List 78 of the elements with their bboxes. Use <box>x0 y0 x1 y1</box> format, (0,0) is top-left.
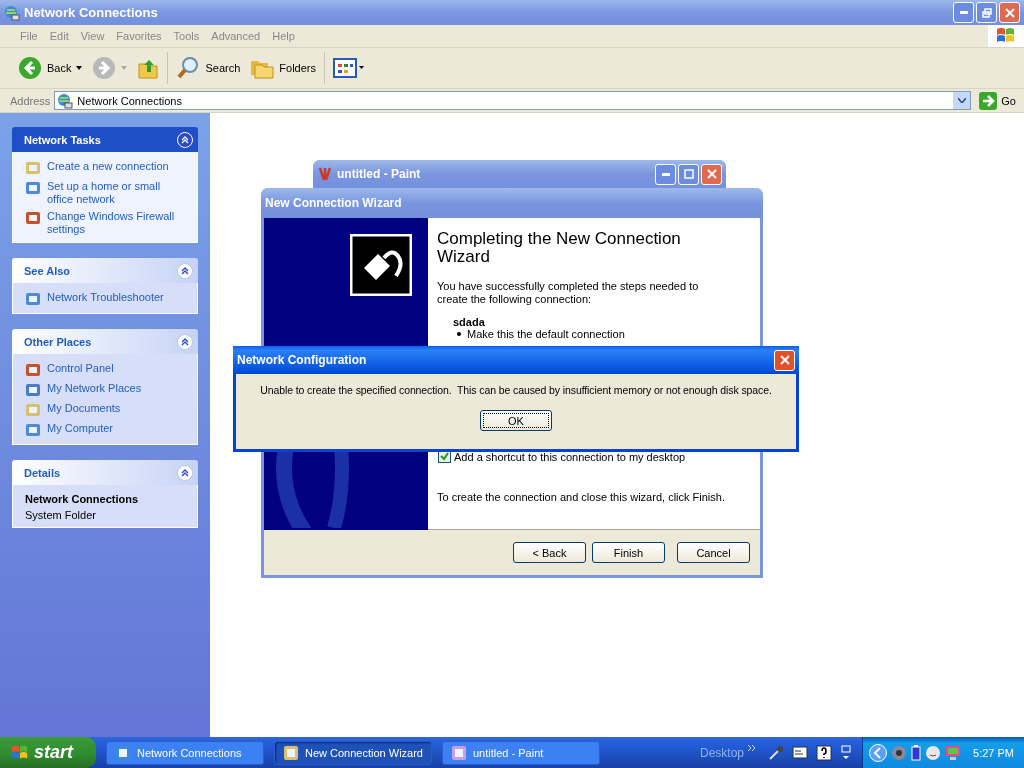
magnifier-icon <box>176 56 201 80</box>
connection-option: Make this the default connection <box>467 328 625 340</box>
taskbar-button[interactable]: New Connection Wizard <box>274 740 432 765</box>
menu-item[interactable]: View <box>74 30 111 42</box>
address-field[interactable]: Network Connections <box>54 91 972 110</box>
dropdown-caret-icon <box>121 66 128 70</box>
menu-item[interactable]: Tools <box>167 30 206 42</box>
monitor-icon[interactable] <box>945 744 962 761</box>
show-hidden-icon[interactable] <box>869 743 888 762</box>
views-grid-icon <box>333 58 365 78</box>
back-button[interactable]: Back <box>14 51 87 85</box>
caret-icon <box>957 98 966 103</box>
menu-item[interactable]: Edit <box>43 30 75 42</box>
window-title: New Connection Wizard <box>265 196 402 210</box>
maximize-icon <box>683 169 694 179</box>
clock: 5:27 PM <box>973 746 1014 759</box>
speaker-icon[interactable] <box>891 744 908 761</box>
close-icon <box>1004 7 1015 18</box>
dropdown-button[interactable] <box>953 92 971 109</box>
task-link[interactable]: Change Windows Firewall settings <box>47 210 187 236</box>
help-icon[interactable] <box>816 744 833 761</box>
window-title: untitled - Paint <box>337 167 421 181</box>
collapse-chevron-icon <box>177 262 193 279</box>
dialog-title: Network Configuration <box>237 353 367 367</box>
close-icon <box>706 169 717 179</box>
menu-item[interactable]: Advanced <box>205 30 267 42</box>
collapse-chevron-icon <box>177 464 193 481</box>
go-arrow-icon <box>979 91 998 110</box>
restore-icon <box>981 7 992 18</box>
dropdown-caret-icon <box>76 66 83 70</box>
go-button[interactable]: Go <box>975 91 1020 110</box>
menu-item[interactable]: Help <box>266 30 301 42</box>
window-title: Network Connections <box>24 5 158 20</box>
close-icon <box>779 355 790 365</box>
windows-logo-icon <box>988 25 1024 47</box>
taskbar-button[interactable]: untitled - Paint <box>442 740 600 765</box>
task-link[interactable]: My Network Places <box>47 382 142 395</box>
panel-header[interactable]: See Also <box>12 258 198 283</box>
task-link[interactable]: Create a new connection <box>47 160 169 173</box>
task-link[interactable]: Control Panel <box>47 362 114 375</box>
taskbar-button[interactable]: Network Connections <box>106 740 264 765</box>
ok-button[interactable]: OK <box>480 410 552 431</box>
bullet-icon <box>457 332 461 336</box>
address-label: Address <box>10 94 51 107</box>
details-subtitle: System Folder <box>25 509 97 521</box>
language-bar-icon[interactable] <box>792 744 809 761</box>
panel-header[interactable]: Network Tasks <box>12 127 198 152</box>
panel-header[interactable]: Other Places <box>12 329 198 354</box>
task-link[interactable]: My Computer <box>47 422 114 435</box>
wizard-intro: You have successfully completed the steps needed to create the following connection: <box>437 280 700 306</box>
wizard-button[interactable]: < Back <box>513 542 586 563</box>
close-button[interactable] <box>774 349 795 371</box>
details-name: Network Connections <box>25 493 140 505</box>
dialog-message: Unable to create the specified connection. This can be caused by insufficient memory or not enough disk space. <box>260 384 772 396</box>
task-link[interactable]: Set up a home or small office network <box>47 180 187 206</box>
menu-item[interactable]: File <box>14 30 44 42</box>
toolbar-label: Desktop <box>700 745 745 760</box>
chevron-icon[interactable] <box>748 745 757 751</box>
panel-header[interactable]: Details <box>12 460 198 485</box>
minimize-icon <box>959 11 968 14</box>
wizard-button[interactable]: Cancel <box>677 542 750 563</box>
wizard-heading: Completing the New Connection Wizard <box>437 230 682 266</box>
collapse-chevron-icon <box>177 131 193 148</box>
connection-name: sdada <box>453 316 486 328</box>
microphone-icon[interactable] <box>768 744 785 761</box>
minimize-icon <box>661 172 670 176</box>
finish-note: To create the connection and close this wizard, click Finish. <box>437 491 726 504</box>
task-link[interactable]: Network Troubleshooter <box>47 291 164 304</box>
battery-icon[interactable] <box>911 744 922 761</box>
start-button[interactable]: start <box>0 737 96 768</box>
menu-item[interactable]: Favorites <box>110 30 168 42</box>
restore-down-icon[interactable] <box>840 744 853 761</box>
folders-button[interactable]: Folders <box>246 51 320 85</box>
task-link[interactable]: My Documents <box>47 402 121 415</box>
search-button[interactable]: Search <box>172 51 245 85</box>
checkmark-icon <box>440 452 449 461</box>
collapse-chevron-icon <box>177 333 193 350</box>
wizard-button[interactable]: Finish <box>592 542 665 563</box>
